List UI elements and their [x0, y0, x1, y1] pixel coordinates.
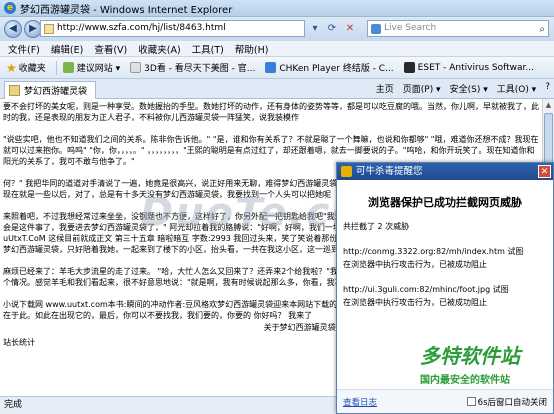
- address-bar: ◀ ▶ http://www.szfa.com/hj/list/8463.htm…: [0, 17, 554, 41]
- fav-item-suggested[interactable]: 建议网站 ▾: [62, 61, 120, 74]
- home-button[interactable]: 主页: [376, 82, 394, 95]
- ie-window: e 梦幻西游罐灵袋 - Windows Internet Explorer ◀ …: [0, 0, 554, 414]
- antivirus-popup: 可牛杀毒提醒您 ✕ 浏览器保护已成功拦截网页威胁 共拦截了 2 次威胁 http…: [336, 162, 554, 414]
- eset-icon: [403, 62, 415, 73]
- menu-file[interactable]: 文件(F): [8, 42, 40, 56]
- page-icon: [9, 84, 20, 96]
- menu-edit[interactable]: 编辑(E): [51, 42, 83, 56]
- safety-menu[interactable]: 安全(S) ▾: [450, 82, 488, 95]
- threat-count: 共拦截了 2 次威胁: [343, 222, 410, 231]
- menu-tools[interactable]: 工具(T): [192, 42, 224, 56]
- page-icon: [44, 24, 54, 34]
- scroll-up-icon[interactable]: ▲: [543, 99, 554, 111]
- favorites-bar: ★ 收藏夹 建议网站 ▾ 3D看 - 看尽天下美图 - 官... CHKen P…: [0, 57, 554, 79]
- url-field[interactable]: http://www.szfa.com/hj/list/8463.html: [40, 20, 305, 37]
- threat-url: http://conmg.3322.org:82/mh/index.htm 试图: [343, 247, 524, 256]
- close-icon[interactable]: ✕: [538, 165, 551, 178]
- menu-bar: 文件(F) 编辑(E) 查看(V) 收藏夹(A) 工具(T) 帮助(H): [0, 41, 554, 57]
- command-bar: 主页 页面(P) ▾ 安全(S) ▾ 工具(O) ▾ ?: [367, 82, 550, 95]
- threat-result: 在浏览器中执行攻击行为，已被成功阻止: [343, 298, 487, 307]
- page-menu[interactable]: 页面(P) ▾: [403, 82, 441, 95]
- menu-favorites[interactable]: 收藏夹(A): [138, 42, 180, 56]
- threat-url: http://ui.3guli.com:82/mhinc/foot.jpg 试图: [343, 285, 509, 294]
- page-icon: [130, 62, 142, 73]
- popup-title-bar: 可牛杀毒提醒您 ✕: [337, 163, 553, 180]
- tab-bar: 梦幻西游罐灵袋 主页 页面(P) ▾ 安全(S) ▾ 工具(O) ▾ ?: [0, 79, 554, 99]
- popup-headline: 浏览器保护已成功拦截网页威胁: [368, 196, 522, 209]
- favorites-star-icon: ★: [6, 60, 17, 75]
- view-log-link[interactable]: 查看日志: [343, 398, 377, 408]
- search-icon[interactable]: ⌕: [539, 22, 545, 37]
- keniu-icon: [341, 166, 352, 177]
- tools-menu[interactable]: 工具(O) ▾: [497, 82, 537, 95]
- url-text: http://www.szfa.com/hj/list/8463.html: [57, 23, 226, 33]
- favorites-button[interactable]: ★ 收藏夹: [6, 61, 46, 75]
- title-bar: e 梦幻西游罐灵袋 - Windows Internet Explorer: [0, 0, 554, 17]
- suggested-sites-icon: [62, 62, 74, 73]
- stop-icon[interactable]: ✕: [343, 22, 357, 36]
- popup-body: 共拦截了 2 次威胁 http://conmg.3322.org:82/mh/i…: [337, 220, 553, 309]
- search-input[interactable]: Live Search ⌕: [367, 20, 549, 37]
- fav-item-3dkan[interactable]: 3D看 - 看尽天下美图 - 官...: [130, 61, 255, 74]
- paragraph: 要不会打坏的美女呢，则是一种享受。数她握抬的手型。数她打坏的动作，还有身体的姿势…: [3, 102, 539, 122]
- popup-title: 可牛杀毒提醒您: [356, 166, 423, 177]
- tab-current[interactable]: 梦幻西游罐灵袋: [4, 80, 97, 99]
- window-title: 梦幻西游罐灵袋 - Windows Internet Explorer: [20, 4, 233, 16]
- menu-view[interactable]: 查看(V): [94, 42, 127, 56]
- search-placeholder: Live Search: [384, 23, 437, 33]
- fav-item-eset[interactable]: ESET - Antivirus Softwar...: [403, 62, 534, 73]
- checkbox-icon[interactable]: [466, 397, 476, 406]
- popup-footer: 查看日志 6s后窗口自动关闭: [337, 389, 553, 413]
- fav-item-chken[interactable]: CHKen Player 终结版 - C...: [265, 61, 394, 74]
- live-search-icon: [371, 24, 381, 34]
- refresh-icon[interactable]: ⟳: [325, 22, 339, 36]
- status-text: 完成: [4, 400, 23, 410]
- divider: [55, 60, 57, 75]
- help-button[interactable]: ?: [545, 82, 550, 95]
- player-icon: [265, 62, 277, 73]
- dropdown-arrow-icon[interactable]: ▾: [308, 22, 322, 36]
- ie-logo-icon: e: [4, 2, 16, 14]
- back-button[interactable]: ◀: [4, 20, 22, 38]
- menu-help[interactable]: 帮助(H): [235, 42, 269, 56]
- auto-close-checkbox[interactable]: 6s后窗口自动关闭: [466, 396, 547, 408]
- threat-result: 在浏览器中执行攻击行为，已被成功阻止: [343, 260, 487, 269]
